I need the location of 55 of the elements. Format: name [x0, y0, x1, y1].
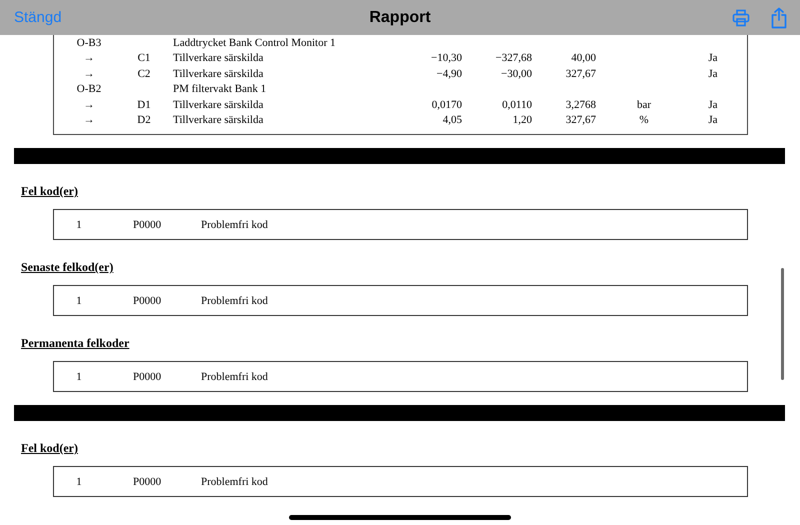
table-cell: D1 — [137, 98, 151, 111]
table-cell: Ja — [708, 98, 718, 111]
table-cell: % — [639, 114, 649, 126]
table-cell: −4,90 — [436, 68, 462, 80]
table-cell: bar — [636, 98, 652, 111]
table-cell: 0,0170 — [432, 98, 462, 111]
table-cell: 1 — [76, 370, 82, 382]
window-title: Rapport — [369, 8, 431, 26]
table-cell: 1 — [76, 294, 82, 306]
table-cell: −30,00 — [501, 68, 532, 80]
section-heading: Senaste felkod(er) — [21, 260, 114, 274]
table-cell: PM filtervakt Bank 1 — [173, 83, 266, 96]
section-heading: Permanenta felkoder — [21, 336, 130, 350]
table-cell: 0,0110 — [502, 98, 532, 111]
table-cell: 40,00 — [571, 52, 596, 64]
table-cell: Tillverkare särskilda — [173, 98, 264, 111]
table-cell: P0000 — [133, 476, 162, 488]
table-cell: 327,67 — [566, 68, 596, 80]
table-cell: Problemfri kod — [201, 476, 268, 488]
table-cell: Tillverkare särskilda — [173, 68, 264, 80]
table-cell: → — [84, 68, 94, 80]
table-cell: O-B2 — [76, 83, 102, 96]
section-heading: Fel kod(er) — [21, 441, 78, 455]
table-cell: 327,67 — [566, 114, 596, 126]
table-cell: Tillverkare särskilda — [173, 52, 264, 64]
table-cell: C1 — [138, 52, 150, 64]
table-cell: −10,30 — [431, 52, 462, 64]
table-cell: 3,2768 — [566, 98, 596, 111]
table-cell: P0000 — [133, 370, 162, 382]
table-cell: → — [84, 98, 94, 111]
table-cell: 1 — [76, 218, 82, 230]
table-cell: −327,68 — [496, 52, 532, 64]
section-heading: Fel kod(er) — [21, 184, 78, 198]
printer-icon[interactable] — [732, 8, 750, 26]
share-icon[interactable] — [770, 6, 788, 28]
table-cell: D2 — [137, 114, 151, 126]
table-cell: Tillverkare särskilda — [173, 114, 264, 126]
table-cell: P0000 — [133, 294, 162, 306]
table-cell: 1 — [76, 476, 82, 488]
table-cell: → — [84, 114, 94, 126]
table-cell: 4,05 — [442, 114, 462, 126]
table-cell: Ja — [708, 68, 718, 80]
table-cell: Problemfri kod — [201, 370, 268, 382]
table-cell: Ja — [708, 114, 718, 126]
table-cell: P0000 — [133, 218, 162, 230]
close-button[interactable]: Stängd — [14, 9, 62, 26]
table-cell: Laddtrycket Bank Control Monitor 1 — [173, 36, 336, 49]
table-cell: Problemfri kod — [201, 218, 268, 230]
table-cell: → — [84, 52, 94, 64]
table-cell: Problemfri kod — [201, 294, 268, 306]
table-cell: Ja — [708, 52, 718, 64]
table-cell: C2 — [138, 68, 150, 80]
table-cell: O-B3 — [76, 36, 102, 49]
scrollbar[interactable] — [781, 268, 784, 380]
table-cell: 1,20 — [512, 114, 532, 126]
